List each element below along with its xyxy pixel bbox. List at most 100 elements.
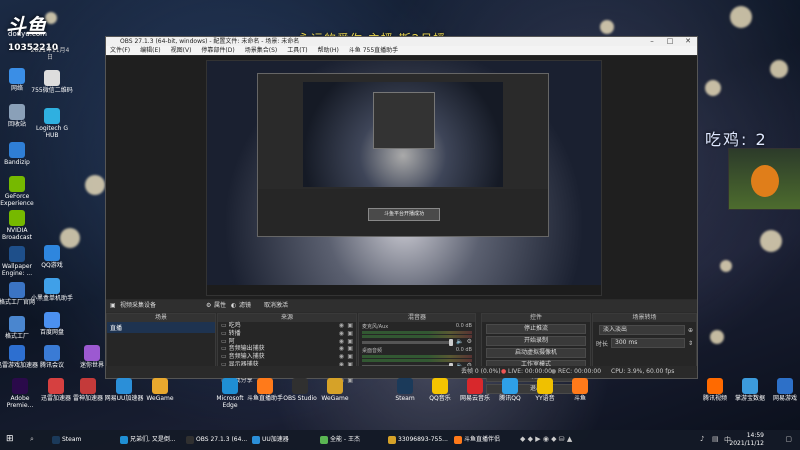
- desktop-icon-label: QQ音乐: [429, 395, 451, 402]
- lock-icon[interactable]: ▣: [347, 338, 353, 346]
- tray-icons[interactable]: ◆ ◆ ▶ ◉ ◆ ⛁ ▲: [520, 435, 572, 443]
- stream-counter-text: 吃鸡: 2: [705, 130, 768, 149]
- obs-titlebar[interactable]: OBS 27.1.3 (64-bit, windows) - 配置文件: 未命名…: [106, 37, 697, 46]
- taskbar-app[interactable]: 全能 - 王杰: [318, 433, 360, 447]
- desktop-icon[interactable]: YY语音: [525, 378, 565, 403]
- level-meter: [362, 355, 472, 358]
- lock-icon[interactable]: ▣: [347, 330, 353, 338]
- notification-icon[interactable]: ▢: [785, 435, 792, 443]
- desktop-icon[interactable]: 小黑盒单机助手: [30, 278, 74, 303]
- taskbar-app[interactable]: Steam: [50, 433, 81, 447]
- menu-item[interactable]: 编辑(E): [140, 46, 160, 55]
- app-icon: [454, 436, 462, 444]
- desktop-icon[interactable]: 斗鱼直播助手: [245, 378, 285, 403]
- desktop-icon-label: Adobe Premie...: [6, 395, 34, 409]
- minimize-icon[interactable]: –: [643, 37, 661, 46]
- obs-menubar: 文件(F) 编辑(E) 视图(V) 停靠部件(D) 场景集合(S) 工具(T) 帮助(H) 斗…: [106, 46, 697, 55]
- filters-button[interactable]: 滤镜: [239, 300, 251, 312]
- source-item[interactable]: ▭ 吃鸡 ◉ ▣: [218, 322, 356, 330]
- maximize-icon[interactable]: □: [661, 37, 679, 46]
- desktop-icon[interactable]: WeGame: [140, 378, 180, 403]
- control-button[interactable]: 停止推流: [486, 324, 586, 334]
- eye-icon[interactable]: ◉: [339, 353, 344, 361]
- taskbar-app[interactable]: 33096893-755...: [386, 433, 448, 447]
- taskbar-app[interactable]: UU加速器: [250, 433, 289, 447]
- desktop-icon[interactable]: 掌游宝数据: [730, 378, 770, 403]
- stepper-icon[interactable]: ⇕: [688, 340, 693, 347]
- desktop-icon[interactable]: 网易云音乐: [455, 378, 495, 403]
- desktop-icon[interactable]: 百度网盘: [30, 312, 74, 337]
- desktop-icon[interactable]: QQ音乐: [420, 378, 460, 403]
- desktop-icon[interactable]: 斗鱼: [560, 378, 600, 403]
- properties-icon[interactable]: ⚙: [206, 300, 211, 312]
- deactivate-button[interactable]: 取消激活: [264, 300, 288, 312]
- menu-item[interactable]: 场景集合(S): [245, 46, 278, 55]
- eye-icon[interactable]: ◉: [339, 330, 344, 338]
- source-item[interactable]: ▭ 转播 ◉ ▣: [218, 330, 356, 338]
- desktop-icon[interactable]: GeForce Experience: [0, 176, 39, 208]
- desktop-icon[interactable]: Adobe Premie...: [0, 378, 40, 410]
- bokeh-light: [85, 175, 105, 195]
- control-button[interactable]: 启动虚拟摄像机: [486, 348, 586, 358]
- properties-button[interactable]: 属性: [214, 300, 226, 312]
- desktop-icon[interactable]: 腾讯视频: [695, 378, 735, 403]
- desktop-icon[interactable]: QQ游戏: [30, 245, 74, 270]
- source-label: 音频输入捕获: [228, 353, 265, 361]
- network-icon[interactable]: ▤: [712, 435, 719, 443]
- obs-preview[interactable]: 斗鱼平台开播成功: [106, 56, 697, 299]
- taskbar-clock[interactable]: 14:59 2021/11/12: [729, 432, 764, 448]
- taskbar-app[interactable]: OBS 27.1.3 (64...: [184, 433, 247, 447]
- desktop-icon[interactable]: OBS Studio: [280, 378, 320, 403]
- menu-item[interactable]: 视图(V): [171, 46, 192, 55]
- scene-item[interactable]: 直播: [107, 322, 215, 333]
- current-source-label: 视频采集设备: [120, 302, 157, 309]
- eye-icon[interactable]: ◉: [339, 338, 344, 346]
- slider-knob[interactable]: [449, 339, 454, 346]
- desktop-icon-label: 百度网盘: [39, 329, 64, 336]
- menu-item[interactable]: 斗鱼 755直播助手: [349, 46, 398, 55]
- desktop-icon-label: 网易UU加速器: [104, 395, 144, 402]
- filters-icon[interactable]: ◐: [231, 300, 236, 312]
- control-button[interactable]: 开始录制: [486, 336, 586, 346]
- menu-item[interactable]: 工具(T): [287, 46, 307, 55]
- close-icon[interactable]: ✕: [679, 37, 697, 46]
- gear-icon[interactable]: ⚙: [467, 338, 472, 345]
- transition-select[interactable]: 淡入淡出: [599, 325, 685, 335]
- desktop-icon[interactable]: 网易游戏: [765, 378, 800, 403]
- eye-icon[interactable]: ◉: [339, 345, 344, 353]
- add-icon[interactable]: ⊕: [688, 327, 693, 334]
- clock-time: 14:59: [746, 432, 764, 439]
- source-item[interactable]: ▭ 音频输入捕获 ◉ ▣: [218, 353, 356, 361]
- cpu-fps: CPU: 3.9%, 60.00 fps: [611, 368, 675, 375]
- taskbar-app-label: 全能 - 王杰: [330, 436, 360, 443]
- desktop-icon[interactable]: Microsoft Edge: [210, 378, 250, 410]
- menu-item[interactable]: 文件(F): [110, 46, 130, 55]
- taskbar-app[interactable]: 兄弟们, 又是倒...: [118, 433, 176, 447]
- desktop-icon[interactable]: 腾讯会议: [30, 345, 74, 370]
- desktop-icon-label: NVIDIA Broadcast: [1, 227, 33, 241]
- desktop-icon[interactable]: Bandizip: [0, 142, 39, 167]
- search-icon[interactable]: ⌕: [30, 435, 34, 444]
- desktop-icon[interactable]: NVIDIA Broadcast: [0, 210, 39, 242]
- volume-icon[interactable]: ♪: [700, 435, 704, 443]
- menu-item[interactable]: 帮助(H): [318, 46, 339, 55]
- windows-start-icon[interactable]: ⊞: [6, 434, 14, 444]
- desktop-icon[interactable]: Steam: [385, 378, 425, 403]
- desktop-icon[interactable]: WeGame: [315, 378, 355, 403]
- lock-icon[interactable]: ▣: [347, 345, 353, 353]
- desktop-icon[interactable]: 雷神加速器: [68, 378, 108, 403]
- volume-slider[interactable]: [362, 339, 454, 346]
- desktop-icon[interactable]: Logitech G HUB: [30, 108, 74, 140]
- desktop-icon[interactable]: 网易UU加速器: [104, 378, 144, 403]
- menu-item[interactable]: 停靠部件(D): [201, 46, 234, 55]
- app-icon: [44, 108, 60, 124]
- lock-icon[interactable]: ▣: [347, 322, 353, 330]
- lock-icon[interactable]: ▣: [347, 353, 353, 361]
- duration-input[interactable]: 300 ms: [611, 338, 685, 348]
- desktop-icon[interactable]: 腾讯QQ: [490, 378, 530, 403]
- desktop-icon[interactable]: 755微信二维码: [30, 70, 74, 95]
- speaker-icon[interactable]: 🔈: [456, 338, 463, 345]
- eye-icon[interactable]: ◉: [339, 322, 344, 330]
- obs-window[interactable]: OBS 27.1.3 (64-bit, windows) - 配置文件: 未命名…: [105, 36, 698, 394]
- taskbar-app[interactable]: 斗鱼直播伴侣: [452, 433, 500, 447]
